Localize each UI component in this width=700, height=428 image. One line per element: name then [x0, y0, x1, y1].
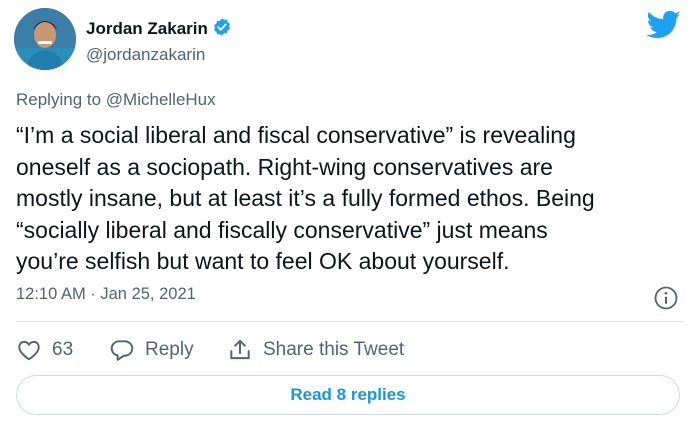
reply-context-handle[interactable]: @MichelleHux [106, 90, 216, 109]
tweet-text: “I’m a social liberal and fiscal conserv… [16, 120, 688, 278]
tweet-line: mostly insane, but at least it’s a fully… [16, 185, 595, 211]
author-handle[interactable]: @jordanzakarin [86, 45, 205, 65]
reply-button[interactable]: Reply [109, 336, 194, 364]
reply-label: Reply [145, 339, 194, 360]
reply-bubble-icon [110, 340, 134, 361]
tweet-line: “I’m a social liberal and fiscal conserv… [16, 122, 576, 148]
heart-icon [18, 340, 40, 361]
tweet-timestamp[interactable]: 12:10 AM · Jan 25, 2021 [16, 285, 196, 304]
share-icon [230, 339, 250, 360]
tweet-card: Jordan Zakarin @jordanzakarin Replying t… [0, 0, 700, 428]
share-button[interactable]: Share this Tweet [227, 336, 404, 364]
tweet-line: you’re selfish but want to feel OK about… [16, 248, 510, 274]
divider [16, 321, 684, 322]
tweet-line: “socially liberal and fiscally conservat… [16, 216, 548, 243]
share-label: Share this Tweet [263, 339, 405, 360]
avatar[interactable] [14, 8, 76, 70]
like-button[interactable]: 63 [16, 336, 73, 364]
info-icon[interactable] [653, 285, 679, 311]
like-count: 63 [52, 339, 74, 360]
reply-context: Replying to @MichelleHux [16, 90, 216, 110]
read-replies-button[interactable]: Read 8 replies [16, 375, 680, 415]
twitter-bird-icon[interactable] [647, 10, 681, 40]
author-name[interactable]: Jordan Zakarin [86, 17, 232, 39]
reply-context-prefix: Replying to [16, 90, 102, 109]
verified-badge-icon [213, 18, 230, 36]
tweet-line: oneself as a sociopath. Right-wing conse… [16, 153, 553, 180]
author-name-text: Jordan Zakarin [86, 19, 208, 38]
